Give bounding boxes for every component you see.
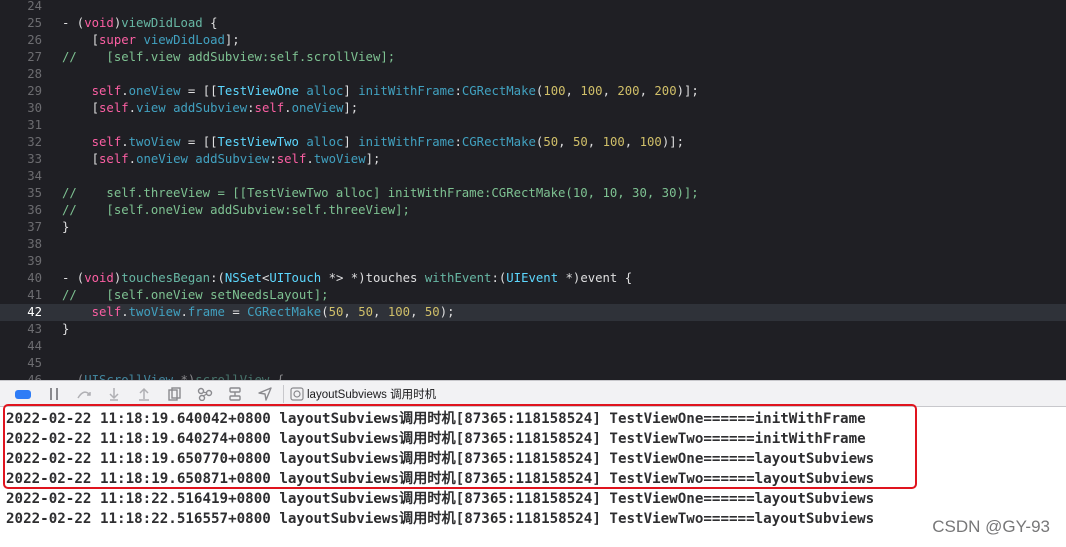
location-icon[interactable] xyxy=(257,386,273,402)
environment-icon[interactable] xyxy=(227,386,243,402)
line-number: 44 xyxy=(27,339,42,353)
code-line[interactable]: 33 [self.oneView addSubview:self.twoView… xyxy=(0,151,1066,168)
line-number: 28 xyxy=(27,67,42,81)
code-line[interactable]: 43} xyxy=(0,321,1066,338)
code-line[interactable]: 29 self.oneView = [[TestViewOne alloc] i… xyxy=(0,83,1066,100)
code-line[interactable]: 28 xyxy=(0,66,1066,83)
code-text: [super viewDidLoad]; xyxy=(62,33,240,47)
line-number: 35 xyxy=(27,186,42,200)
code-line[interactable]: 25 - (void)viewDidLoad { xyxy=(0,15,1066,32)
line-number: 45 xyxy=(27,356,42,370)
process-label[interactable]: layoutSubviews 调用时机 xyxy=(307,386,436,402)
line-number: 33 xyxy=(27,152,42,166)
breakpoints-toggle-icon[interactable] xyxy=(15,390,31,399)
code-text: // [self.oneView addSubview:self.threeVi… xyxy=(62,203,410,217)
code-text: // self.threeView = [[TestViewTwo alloc]… xyxy=(62,186,699,200)
view-hierarchy-icon[interactable] xyxy=(167,386,183,402)
code-line[interactable]: 26 [super viewDidLoad]; xyxy=(0,32,1066,49)
line-number: 36 xyxy=(27,203,42,217)
code-line[interactable]: 35 // self.threeView = [[TestViewTwo allo… xyxy=(0,185,1066,202)
code-line[interactable]: 42 self.twoView.frame = CGRectMake(50, 5… xyxy=(0,304,1066,321)
line-number: 29 xyxy=(27,84,42,98)
toolbar-divider xyxy=(283,385,284,403)
line-number: 40 xyxy=(27,271,42,285)
code-line[interactable]: 41 // [self.oneView setNeedsLayout]; xyxy=(0,287,1066,304)
code-line[interactable]: 45 xyxy=(0,355,1066,372)
code-text: } xyxy=(62,322,70,336)
code-line[interactable]: 30 [self.view addSubview:self.oneView]; xyxy=(0,100,1066,117)
code-text: self.oneView = [[TestViewOne alloc] init… xyxy=(91,84,699,98)
line-number: 34 xyxy=(27,169,42,183)
code-editor[interactable]: 24 25 - (void)viewDidLoad { 26 [super viewD… xyxy=(0,0,1066,380)
line-number: 43 xyxy=(27,322,42,336)
line-number: 30 xyxy=(27,101,42,115)
code-line[interactable]: 46 - (UIScrollView *)scrollView { xyxy=(0,372,1066,380)
code-text: [self.view addSubview:self.oneView]; xyxy=(62,101,359,115)
code-text: self.twoView.frame = CGRectMake(50, 50, … xyxy=(91,305,455,319)
line-number: 26 xyxy=(27,33,42,47)
step-over-icon[interactable] xyxy=(76,386,92,402)
code-text: // [self.view addSubview:self.scrollView… xyxy=(62,50,396,64)
code-line[interactable]: 37} xyxy=(0,219,1066,236)
step-out-icon[interactable] xyxy=(136,386,152,402)
console-line: 2022-02-22 11:18:22.516419+0800 layoutSu… xyxy=(6,491,875,507)
code-line[interactable]: 38 xyxy=(0,236,1066,253)
line-number: 42 xyxy=(27,305,42,319)
line-number: 37 xyxy=(27,220,42,234)
code-line[interactable]: 32 self.twoView = [[TestViewTwo alloc] i… xyxy=(0,134,1066,151)
line-number: 32 xyxy=(27,135,42,149)
memory-graph-icon[interactable] xyxy=(197,386,213,402)
line-number: 24 xyxy=(27,0,42,13)
line-number: 27 xyxy=(27,50,42,64)
code-line[interactable]: 24 xyxy=(0,0,1066,15)
code-text: - (void)viewDidLoad { xyxy=(62,16,218,30)
step-into-icon[interactable] xyxy=(106,386,122,402)
code-text: - (void)touchesBegan:(NSSet<UITouch *> *… xyxy=(62,271,633,285)
code-text: // [self.oneView setNeedsLayout]; xyxy=(62,288,329,302)
line-number: 38 xyxy=(27,237,42,251)
debug-bar: layoutSubviews 调用时机 xyxy=(0,380,1066,407)
code-text: [self.oneView addSubview:self.twoView]; xyxy=(62,152,381,166)
pause-icon[interactable] xyxy=(46,386,62,402)
line-number: 31 xyxy=(27,118,42,132)
highlight-annotation-box xyxy=(3,404,917,489)
code-line[interactable]: 27 // [self.view addSubview:self.scrollVi… xyxy=(0,49,1066,66)
watermark: CSDN @GY-93 xyxy=(932,517,1050,536)
code-line[interactable]: 31 xyxy=(0,117,1066,134)
code-text: - (UIScrollView *)scrollView { xyxy=(62,373,285,380)
code-line[interactable]: 36 // [self.oneView addSubview:self.three… xyxy=(0,202,1066,219)
code-line[interactable]: 39 xyxy=(0,253,1066,270)
line-number: 39 xyxy=(27,254,42,268)
code-text: self.twoView = [[TestViewTwo alloc] init… xyxy=(91,135,685,149)
line-number: 41 xyxy=(27,288,42,302)
code-line[interactable]: 34 xyxy=(0,168,1066,185)
code-line[interactable]: 44 xyxy=(0,338,1066,355)
code-line[interactable]: 40 - (void)touchesBegan:(NSSet<UITouch *>… xyxy=(0,270,1066,287)
line-number: 25 xyxy=(27,16,42,30)
code-text: } xyxy=(62,220,70,234)
console-line: 2022-02-22 11:18:22.516557+0800 layoutSu… xyxy=(6,511,875,527)
process-icon xyxy=(289,386,305,402)
line-number: 46 xyxy=(27,373,42,380)
